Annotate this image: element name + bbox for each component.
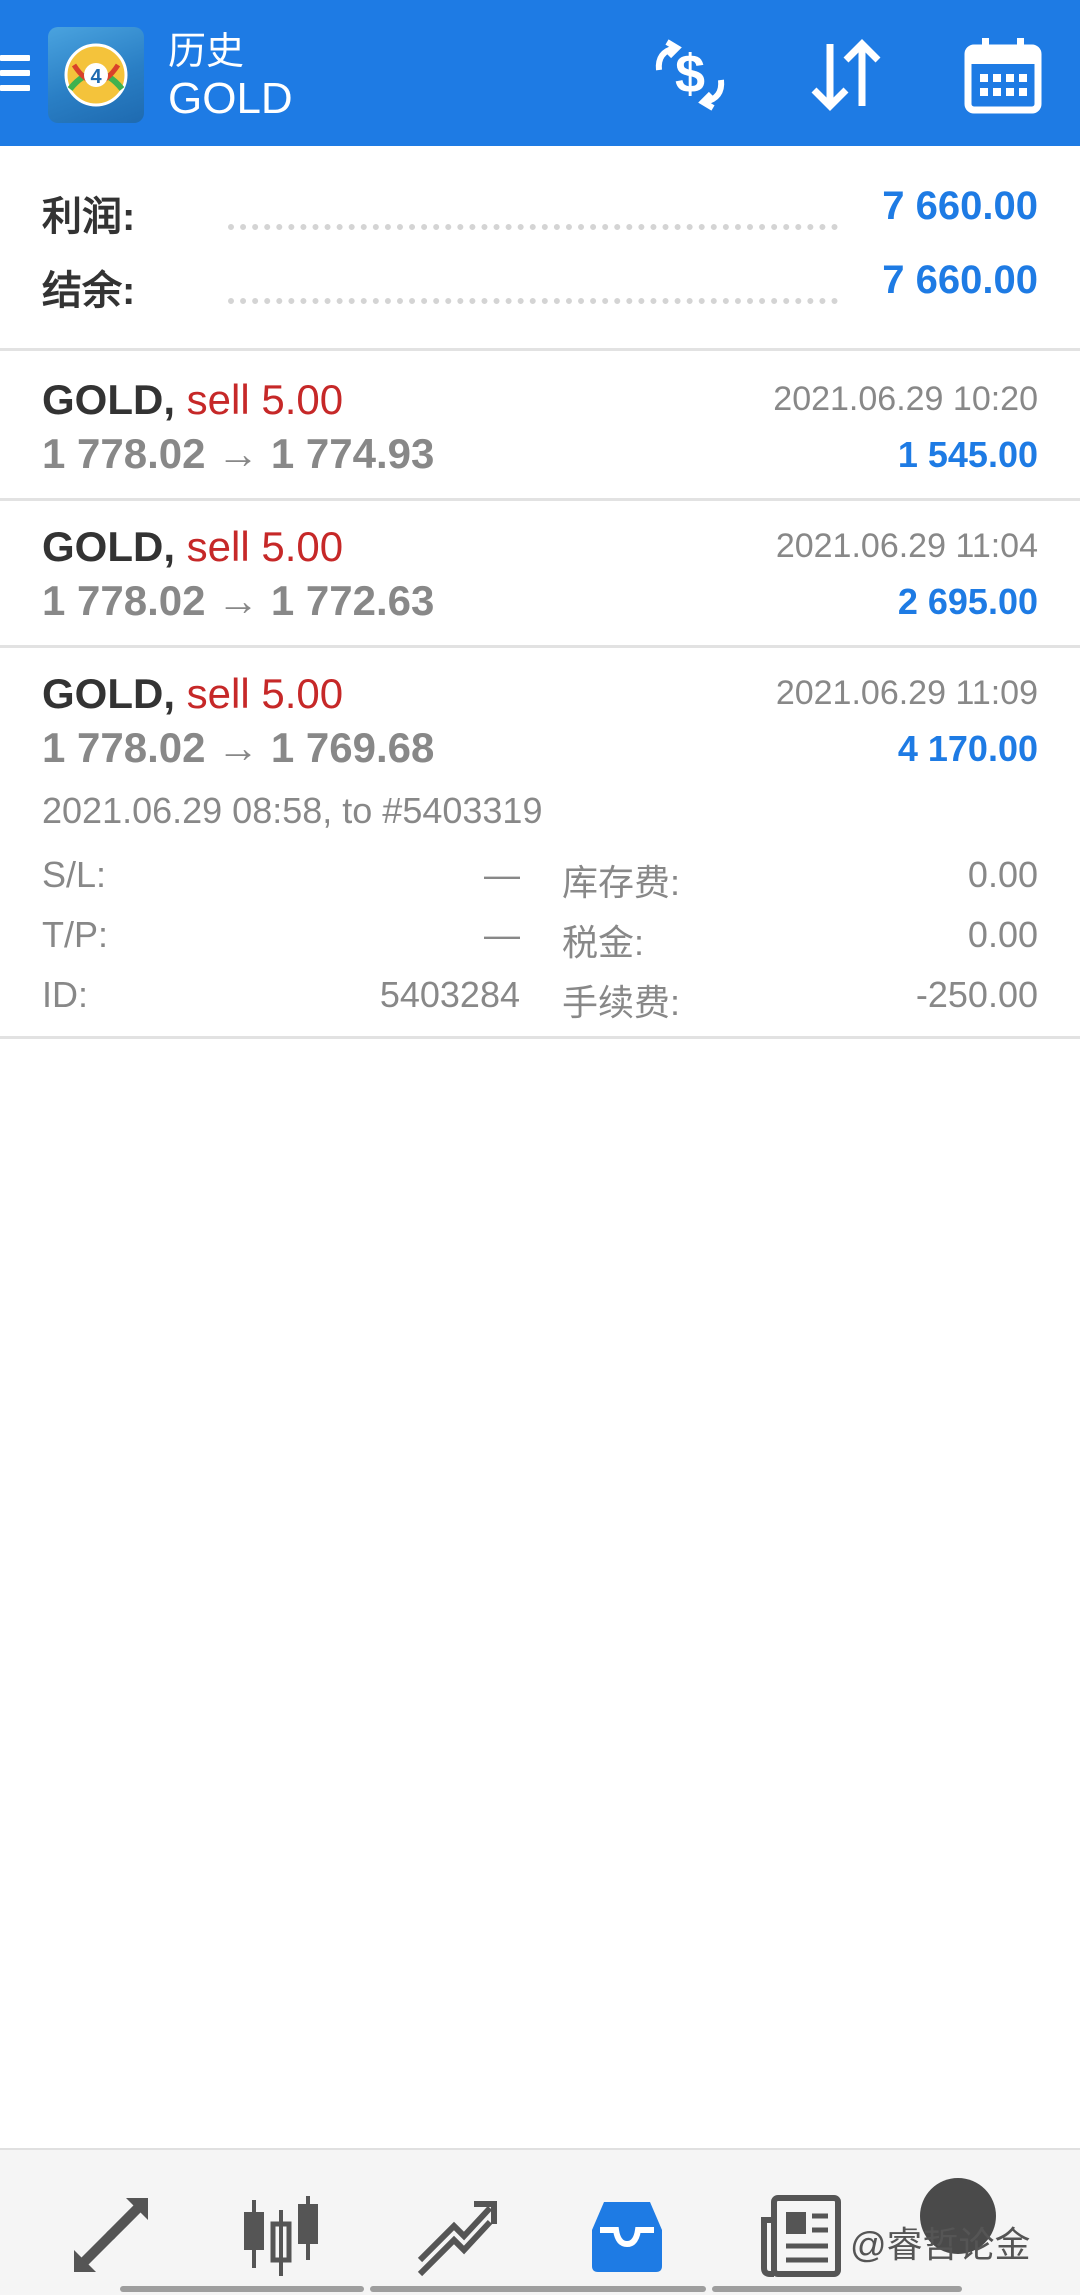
close-price: 1 772.63 [270, 577, 435, 624]
watermark-text: @睿哲论金 [850, 2224, 1031, 2265]
svg-text:$: $ [675, 44, 705, 104]
open-price: 1 778.02 [42, 430, 206, 477]
svg-text:4: 4 [90, 66, 102, 88]
profit-row: 利润: 7 660.00 [0, 184, 1080, 244]
trade-profit: 2 695.00 [897, 581, 1038, 622]
trade-profit: 4 170.00 [897, 728, 1038, 769]
id-label: ID: [42, 974, 89, 1015]
symbol-text: GOLD, [42, 670, 175, 717]
close-price: 1 774.93 [270, 430, 435, 477]
trade-side: sell 5.00 [186, 523, 344, 570]
detail-row: T/P: — 税金: 0.00 [0, 914, 1080, 964]
open-price: 1 778.02 [42, 724, 206, 771]
profit-value: 7 660.00 [882, 184, 1038, 228]
balance-label: 结余: [42, 269, 136, 313]
sl-value: — [484, 854, 520, 895]
detail-row: S/L: — 库存费: 0.00 [0, 854, 1080, 904]
commission-value: -250.00 [915, 974, 1038, 1015]
close-price: 1 769.68 [270, 724, 435, 771]
swap-label: 库存费: [562, 862, 681, 903]
currency-exchange-icon[interactable]: $ [645, 30, 735, 120]
trade-prices: 1 778.02 → 1 774.93 [42, 430, 434, 478]
chart-candles-icon[interactable] [236, 2190, 326, 2280]
summary-panel: 利润: 7 660.00 结余: 7 660.00 [0, 146, 1080, 350]
tax-label: 税金: [562, 922, 645, 963]
menu-icon[interactable] [0, 55, 30, 95]
trade-icon[interactable] [410, 2190, 500, 2280]
balance-row: 结余: 7 660.00 [0, 258, 1080, 318]
quotes-icon[interactable] [66, 2190, 156, 2280]
symbol-text: GOLD, [42, 376, 175, 423]
nav-indicator [712, 2286, 962, 2292]
trade-time: 2021.06.29 11:09 [775, 674, 1038, 712]
trade-row-expanded[interactable]: GOLD, sell 5.00 1 778.02 → 1 769.68 2021… [0, 644, 1080, 1036]
screen-title: GOLD [168, 74, 293, 123]
trade-side: sell 5.00 [186, 670, 344, 717]
profit-label: 利润: [42, 195, 136, 239]
trade-prices: 1 778.02 → 1 772.63 [42, 577, 434, 625]
trade-profit: 1 545.00 [897, 434, 1038, 475]
dotted-leader [228, 298, 838, 304]
sl-label: S/L: [42, 854, 107, 895]
trade-time: 2021.06.29 11:04 [775, 527, 1038, 565]
commission-label: 手续费: [562, 982, 681, 1023]
arrow-icon: → [217, 577, 260, 624]
tp-value: — [484, 914, 520, 955]
tax-value: 0.00 [967, 914, 1038, 955]
trade-symbol: GOLD, sell 5.00 [42, 376, 343, 424]
open-info: 2021.06.29 08:58, to #5403319 [42, 790, 543, 831]
metatrader-4-logo: 4 [48, 27, 144, 123]
sort-icon[interactable] [800, 30, 890, 120]
swap-value: 0.00 [967, 854, 1038, 895]
screen-subtitle: 历史 [168, 31, 245, 73]
symbol-text: GOLD, [42, 523, 175, 570]
detail-row: ID: 5403284 手续费: -250.00 [0, 974, 1080, 1024]
history-inbox-icon[interactable] [582, 2190, 672, 2280]
id-value: 5403284 [379, 974, 520, 1015]
arrow-icon: → [217, 724, 260, 771]
trade-symbol: GOLD, sell 5.00 [42, 670, 343, 718]
divider [0, 1036, 1080, 1039]
arrow-icon: → [217, 430, 260, 477]
nav-indicator [120, 2286, 364, 2292]
bottom-navigation: @睿哲论金 [0, 2148, 1080, 2295]
top-app-bar: 4 历史 GOLD $ [0, 0, 1080, 146]
trade-row[interactable]: GOLD, sell 5.00 1 778.02 → 1 772.63 2021… [0, 497, 1080, 645]
news-icon[interactable] [756, 2190, 846, 2280]
trade-prices: 1 778.02 → 1 769.68 [42, 724, 434, 772]
calendar-icon[interactable] [958, 30, 1048, 120]
nav-indicator [370, 2286, 706, 2292]
dotted-leader [228, 224, 838, 230]
trade-time: 2021.06.29 10:20 [773, 380, 1038, 418]
trade-row[interactable]: GOLD, sell 5.00 1 778.02 → 1 774.93 2021… [0, 350, 1080, 498]
balance-value: 7 660.00 [882, 258, 1038, 302]
trade-symbol: GOLD, sell 5.00 [42, 523, 343, 571]
open-price: 1 778.02 [42, 577, 206, 624]
trade-side: sell 5.00 [186, 376, 344, 423]
tp-label: T/P: [42, 914, 109, 955]
